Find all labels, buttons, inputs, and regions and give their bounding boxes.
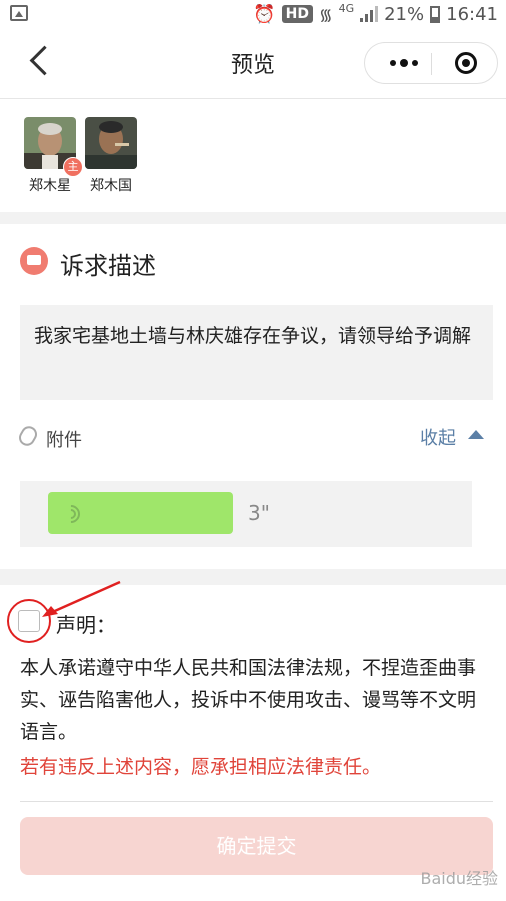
participant-name: 郑木国	[90, 178, 132, 194]
capsule-divider	[431, 53, 432, 75]
navigation-bar: 预览	[0, 28, 506, 99]
declaration-warning: 若有违反上述内容，愿承担相应法律责任。	[20, 756, 382, 778]
paperclip-icon	[16, 423, 40, 449]
declaration-section: 声明： 本人承诺遵守中华人民共和国法律法规，不捏造歪曲事实、诬告陷害他人，投诉中…	[0, 585, 506, 901]
battery-percent: 21%	[384, 3, 425, 25]
watermark: Baidu经验	[420, 869, 498, 888]
voice-wave-icon	[58, 501, 86, 527]
participant-item[interactable]: 郑木国	[84, 117, 138, 195]
wifi-icon: ᯾	[318, 5, 333, 24]
section-gap	[0, 212, 506, 224]
network-type: 4G	[338, 1, 355, 15]
status-bar: ⏰ HD ᯾ 4G 21% 16:41	[0, 0, 506, 28]
description-title: 诉求描述	[60, 252, 156, 280]
declaration-text: 本人承诺遵守中华人民共和国法律法规，不捏造歪曲事实、诬告陷害他人，投诉中不使用攻…	[20, 657, 477, 743]
hd-badge: HD	[281, 5, 313, 23]
alarm-icon: ⏰	[253, 3, 276, 25]
battery-icon	[430, 5, 441, 23]
collapse-button[interactable]: 收起	[420, 424, 456, 450]
status-indicators: ⏰ HD ᯾ 4G 21% 16:41	[253, 2, 498, 26]
description-section: 诉求描述 我家宅基地土墙与林庆雄存在争议，请领导给予调解 附件 收起 3"	[0, 224, 506, 569]
avatar	[85, 117, 137, 169]
participants-section: 主 郑木星 郑木国	[0, 100, 506, 212]
chevron-up-icon[interactable]	[468, 430, 484, 439]
voice-play-button[interactable]	[48, 492, 233, 534]
attachment-label: 附件	[46, 430, 82, 451]
miniprogram-capsule	[364, 42, 498, 84]
clock: 16:41	[446, 3, 498, 25]
participant-name: 郑木星	[29, 178, 71, 194]
close-miniprogram-icon[interactable]	[455, 52, 477, 74]
message-icon	[20, 247, 48, 275]
host-badge: 主	[63, 157, 83, 177]
voice-attachment: 3"	[20, 481, 472, 547]
participant-item[interactable]: 主 郑木星	[23, 117, 83, 195]
divider	[20, 801, 493, 802]
signal-icon	[360, 6, 379, 22]
image-notification-icon	[10, 5, 28, 21]
voice-duration: 3"	[248, 501, 270, 525]
description-text: 我家宅基地土墙与林庆雄存在争议，请领导给予调解	[20, 305, 493, 400]
annotation-arrow-icon	[42, 580, 121, 617]
more-menu-icon[interactable]	[379, 53, 429, 73]
